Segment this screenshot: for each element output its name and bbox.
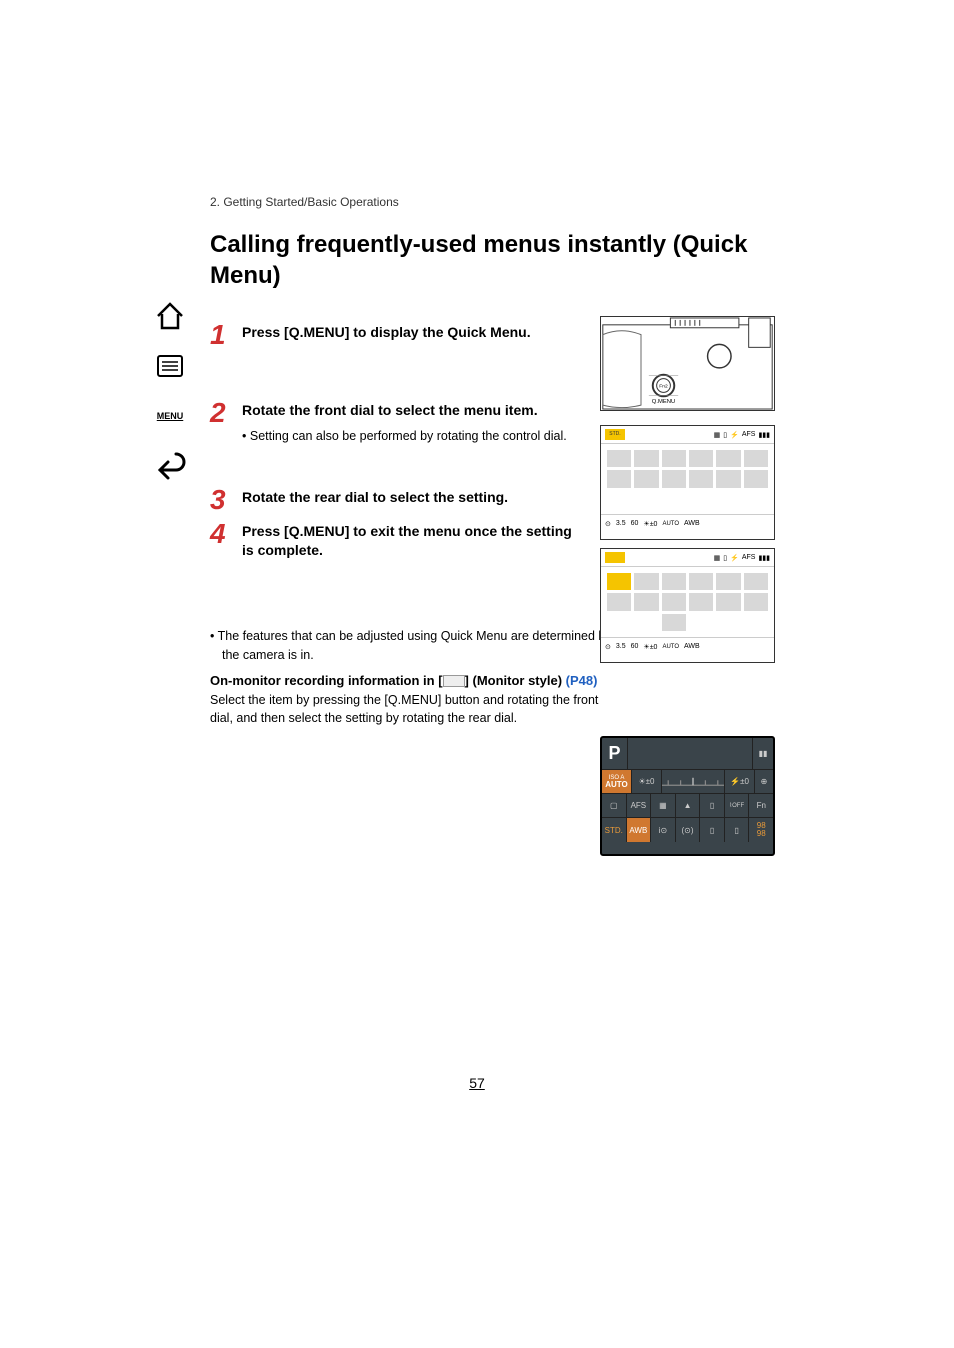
iso-auto: AUTO [662,521,679,527]
qmenu-label: Q.MENU [652,399,675,405]
size-icon: ▯ [710,801,714,810]
back-icon[interactable] [154,450,186,482]
monitor-style-screen: P ▮▮ ISO AAUTO ☀±0 ⚡±0 ⊕ ▢ AFS ▦ ▲ ▯ ⌇OF… [600,736,775,856]
wifi-icon: ⌇OFF [729,802,744,809]
card-icon: ▯ [734,826,738,835]
quick-menu-screen-2: ▦ ▯ ⚡ AFS ▮▮▮ ⊙ 3.5 60 ☀±0 AUTO AWB [600,548,775,663]
metering-icon: (⊙) [682,826,694,835]
drive-icon: ▢ [610,801,618,810]
awb-label: AWB [684,643,700,650]
fn-label: Fn [757,801,766,810]
note-body: Select the item by pressing the [Q.MENU]… [210,691,600,729]
flash-icon: ⚡ [730,431,739,439]
ev-value: ☀±0 [643,643,657,651]
toc-icon[interactable] [154,350,186,382]
photo-style-badge: STD. [605,429,625,440]
ev-value: ☀±0 [643,520,657,528]
battery-icon: ▮▮▮ [758,431,770,439]
mode-indicator: P [608,743,620,764]
ev-value: ☀±0 [638,777,654,786]
std-label: STD. [605,826,623,835]
step-number: 1 [210,321,242,349]
metering-icon: ⊙ [605,643,611,651]
afs-label: AFS [742,554,756,561]
flash-mode-icon: ⊕ [761,777,768,786]
step-title: Press [Q.MENU] to exit the menu once the… [242,522,582,561]
quick-menu-screen-1: STD. ▦ ▯ ⚡ AFS ▮▮▮ ⊙ 3.5 60 ☀±0 AUTO AWB [600,425,775,540]
sidebar-nav: MENU [150,300,190,482]
awb-label: AWB [684,520,700,527]
metering-icon: ⊙ [605,520,611,528]
step-number: 2 [210,399,242,427]
breadcrumb: 2. Getting Started/Basic Operations [210,195,780,209]
battery-icon: ▮▮ [759,749,768,758]
afs-label: AFS [631,801,647,810]
step-number: 3 [210,486,242,514]
idynamic-icon: i⊙ [659,826,667,835]
home-icon[interactable] [154,300,186,332]
flash-icon: ⚡ [730,554,739,562]
size-icon: ▯ [723,554,727,562]
auto-label: AUTO [605,781,628,789]
photo-style-badge [605,552,625,563]
battery-icon: ▮▮▮ [758,554,770,562]
size-icon: ▯ [723,431,727,439]
fn2-label: Fn2 [659,383,668,389]
shutter-value: 60 [631,643,639,650]
step-title: Rotate the front dial to select the menu… [242,401,582,421]
afs-label: AFS [742,431,756,438]
remaining-2: 98 [757,830,766,838]
quality-icon: ▦ [714,431,721,439]
stabilizer-icon: ▯ [710,826,714,835]
iso-auto: AUTO [662,644,679,650]
quality-icon: ▲ [684,801,692,810]
page-title: Calling frequently-used menus instantly … [210,229,780,291]
menu-icon[interactable]: MENU [154,400,186,432]
monitor-style-icon [443,675,465,687]
step-title: Press [Q.MENU] to display the Quick Menu… [242,323,582,343]
aperture-value: 3.5 [616,643,626,650]
camera-illustration: Fn2 Q.MENU [600,316,775,411]
shutter-value: 60 [631,520,639,527]
page-ref-link[interactable]: (P48) [566,673,598,688]
awb-label: AWB [629,826,647,835]
step-title: Rotate the rear dial to select the setti… [242,488,582,508]
af-area-icon: ▦ [659,801,667,810]
flash-ev: ⚡±0 [730,777,749,786]
step-note: Setting can also be performed by rotatin… [242,427,582,446]
quality-icon: ▦ [714,554,721,562]
aperture-value: 3.5 [616,520,626,527]
subsection-heading: On-monitor recording information in [] (… [210,672,780,690]
page-number[interactable]: 57 [0,1075,954,1091]
step-number: 4 [210,520,242,548]
